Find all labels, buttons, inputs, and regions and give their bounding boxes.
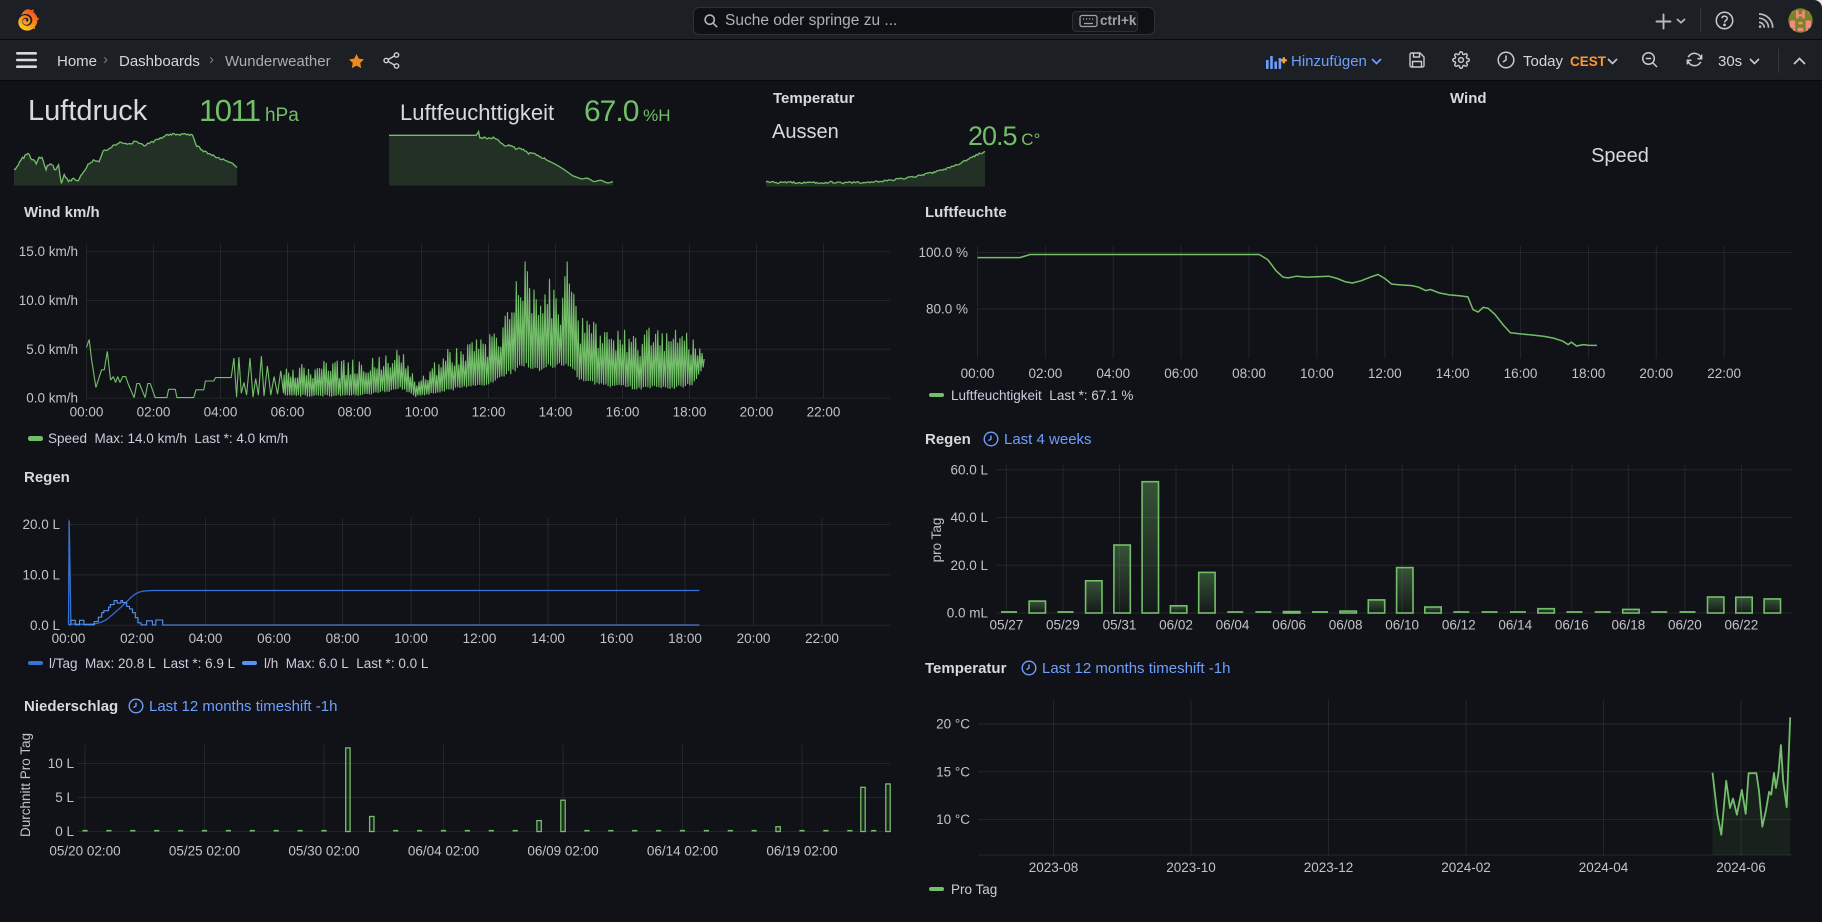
svg-text:0.0 km/h: 0.0 km/h [26, 391, 78, 406]
svg-text:08:00: 08:00 [338, 405, 372, 420]
svg-text:10.0 km/h: 10.0 km/h [19, 293, 78, 308]
svg-text:06/14: 06/14 [1498, 618, 1532, 633]
svg-text:20.0 L: 20.0 L [950, 558, 988, 573]
svg-text:06:00: 06:00 [257, 631, 291, 646]
svg-text:14:00: 14:00 [1436, 366, 1470, 381]
svg-text:12:00: 12:00 [463, 631, 497, 646]
svg-text:06/04 02:00: 06/04 02:00 [408, 844, 479, 859]
svg-text:06/12: 06/12 [1442, 618, 1476, 633]
svg-text:80.0 %: 80.0 % [926, 302, 968, 317]
svg-text:18:00: 18:00 [673, 405, 707, 420]
svg-text:02:00: 02:00 [120, 631, 154, 646]
svg-text:10:00: 10:00 [394, 631, 428, 646]
svg-text:05/31: 05/31 [1103, 618, 1137, 633]
svg-text:16:00: 16:00 [1504, 366, 1538, 381]
svg-text:06:00: 06:00 [1164, 366, 1198, 381]
svg-text:0.0 mL: 0.0 mL [947, 606, 989, 621]
svg-text:08:00: 08:00 [1232, 366, 1266, 381]
svg-text:10:00: 10:00 [405, 405, 439, 420]
svg-text:2024-04: 2024-04 [1579, 860, 1629, 875]
svg-text:14:00: 14:00 [539, 405, 573, 420]
svg-text:Durchnitt Pro Tag: Durchnitt Pro Tag [18, 733, 33, 837]
svg-text:100.0 %: 100.0 % [918, 245, 968, 260]
svg-text:2023-10: 2023-10 [1166, 860, 1216, 875]
svg-text:06/16: 06/16 [1555, 618, 1589, 633]
svg-text:2024-02: 2024-02 [1441, 860, 1491, 875]
svg-text:06/19 02:00: 06/19 02:00 [766, 844, 837, 859]
svg-text:5.0 km/h: 5.0 km/h [26, 342, 78, 357]
svg-text:06/20: 06/20 [1668, 618, 1702, 633]
svg-text:05/29: 05/29 [1046, 618, 1080, 633]
svg-text:06/18: 06/18 [1611, 618, 1645, 633]
svg-text:10:00: 10:00 [1300, 366, 1334, 381]
svg-text:18:00: 18:00 [1572, 366, 1606, 381]
svg-text:0 L: 0 L [55, 824, 74, 839]
svg-text:16:00: 16:00 [606, 405, 640, 420]
svg-text:15 °C: 15 °C [936, 764, 970, 779]
svg-text:02:00: 02:00 [1028, 366, 1062, 381]
svg-text:05/27: 05/27 [990, 618, 1024, 633]
svg-text:00:00: 00:00 [52, 631, 86, 646]
svg-text:12:00: 12:00 [1368, 366, 1402, 381]
svg-text:22:00: 22:00 [1707, 366, 1741, 381]
svg-text:05/25 02:00: 05/25 02:00 [169, 844, 240, 859]
svg-text:10 L: 10 L [48, 756, 75, 771]
svg-text:20 °C: 20 °C [936, 717, 970, 732]
svg-text:06:00: 06:00 [271, 405, 305, 420]
svg-text:04:00: 04:00 [189, 631, 223, 646]
svg-text:15.0 km/h: 15.0 km/h [19, 244, 78, 259]
svg-text:06/10: 06/10 [1385, 618, 1419, 633]
svg-text:00:00: 00:00 [961, 366, 995, 381]
svg-text:06/08: 06/08 [1329, 618, 1363, 633]
svg-text:10 °C: 10 °C [936, 812, 970, 827]
svg-text:pro Tag: pro Tag [929, 518, 944, 563]
svg-text:05/30 02:00: 05/30 02:00 [288, 844, 359, 859]
svg-text:08:00: 08:00 [326, 631, 360, 646]
svg-text:40.0 L: 40.0 L [950, 510, 988, 525]
svg-text:18:00: 18:00 [668, 631, 702, 646]
svg-text:5 L: 5 L [55, 790, 74, 805]
svg-text:16:00: 16:00 [600, 631, 634, 646]
svg-text:12:00: 12:00 [472, 405, 506, 420]
svg-text:2024-06: 2024-06 [1716, 860, 1766, 875]
svg-text:06/02: 06/02 [1159, 618, 1193, 633]
svg-text:22:00: 22:00 [805, 631, 839, 646]
svg-text:06/06: 06/06 [1272, 618, 1306, 633]
svg-text:60.0 L: 60.0 L [950, 462, 988, 477]
svg-text:14:00: 14:00 [531, 631, 565, 646]
svg-text:04:00: 04:00 [204, 405, 238, 420]
svg-text:20:00: 20:00 [1639, 366, 1673, 381]
svg-text:10.0 L: 10.0 L [22, 567, 60, 582]
svg-text:06/22: 06/22 [1725, 618, 1759, 633]
svg-text:20:00: 20:00 [737, 631, 771, 646]
svg-text:06/14 02:00: 06/14 02:00 [647, 844, 718, 859]
svg-text:06/09 02:00: 06/09 02:00 [527, 844, 598, 859]
svg-text:20:00: 20:00 [740, 405, 774, 420]
svg-text:06/04: 06/04 [1216, 618, 1250, 633]
svg-text:05/20 02:00: 05/20 02:00 [49, 844, 120, 859]
svg-text:04:00: 04:00 [1096, 366, 1130, 381]
svg-text:2023-12: 2023-12 [1304, 860, 1354, 875]
svg-text:22:00: 22:00 [807, 405, 841, 420]
svg-text:20.0 L: 20.0 L [22, 517, 60, 532]
svg-text:2023-08: 2023-08 [1029, 860, 1079, 875]
svg-text:00:00: 00:00 [70, 405, 104, 420]
svg-text:02:00: 02:00 [137, 405, 171, 420]
